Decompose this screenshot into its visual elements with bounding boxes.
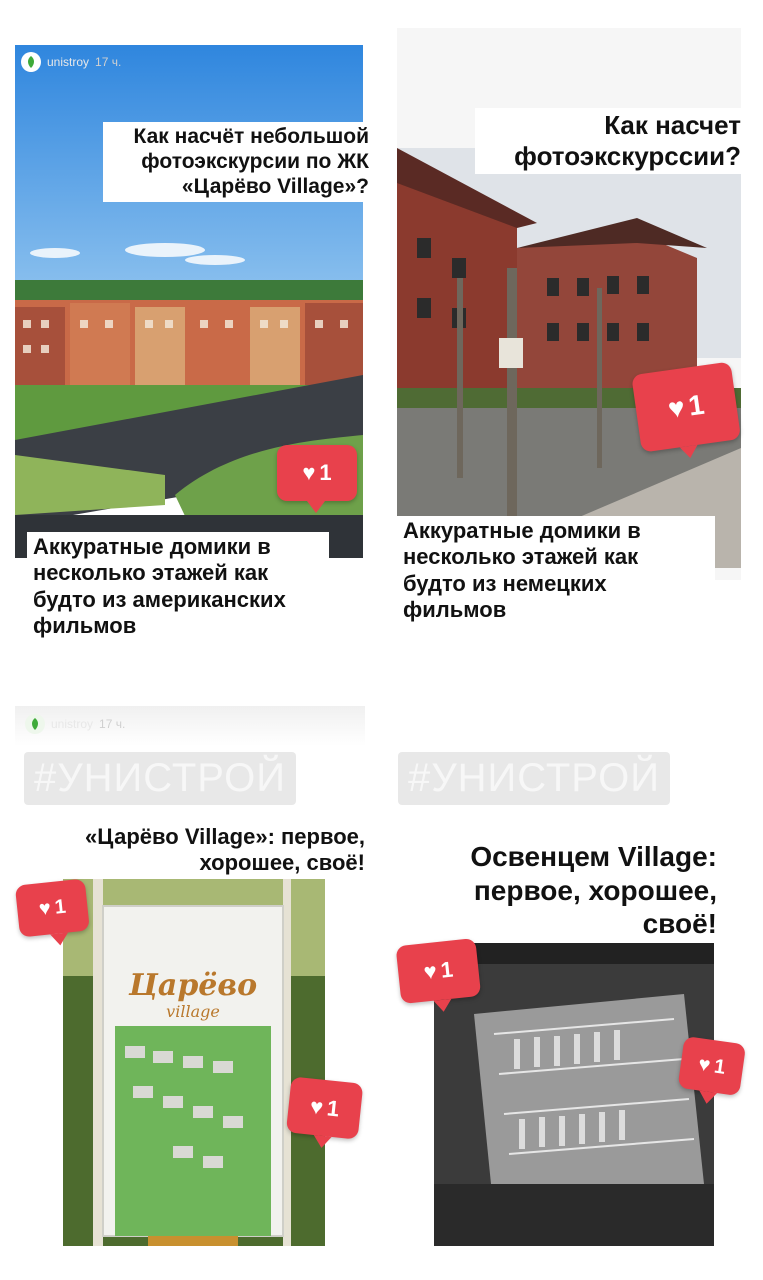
account-name[interactable]: unistroy	[47, 55, 89, 69]
panel3-headline: «Царёво Village»: первое, хорошее, своё!	[55, 822, 369, 879]
sign-title: Царёво	[128, 968, 258, 1003]
hashtag-label: #УНИСТРОЙ	[398, 752, 670, 805]
story-header: unistroy 17 ч.	[21, 50, 121, 74]
heart-icon: ♥	[37, 896, 52, 920]
leaf-logo-icon	[21, 52, 41, 72]
panel1-headline: Как насчёт небольшой фотоэкскурсии по ЖК…	[103, 122, 373, 202]
hashtag-label: #УНИСТРОЙ	[24, 752, 296, 805]
story-header: unistroy 17 ч.	[25, 712, 125, 736]
account-name[interactable]: unistroy	[51, 717, 93, 731]
like-badge: ♥ 1	[631, 361, 743, 464]
leaf-logo-icon	[25, 714, 45, 734]
post-time: 17 ч.	[99, 717, 126, 731]
like-badge: ♥ 1	[14, 878, 91, 950]
heart-icon: ♥	[302, 460, 316, 485]
heart-icon: ♥	[666, 391, 687, 425]
post-time: 17 ч.	[95, 55, 122, 69]
heart-icon: ♥	[308, 1093, 325, 1120]
heart-icon: ♥	[697, 1052, 712, 1077]
panel1-caption: Аккуратные домики в несколько этажей как…	[27, 532, 329, 642]
heart-icon: ♥	[422, 958, 439, 985]
sign-subtitle: village	[166, 1002, 220, 1021]
panel4-headline: Освенцем Village: первое, хорошее, своё!	[425, 838, 721, 943]
like-badge: ♥ 1	[395, 938, 483, 1016]
sign-photo	[63, 856, 325, 1246]
panel2-caption: Аккуратные домики в несколько этажей как…	[397, 516, 715, 626]
panel2-headline: Как насчет фотоэкскурссии?	[475, 108, 745, 175]
like-badge: ♥ 1	[676, 1035, 747, 1108]
like-badge: ♥ 1	[277, 445, 357, 513]
like-badge: ♥ 1	[285, 1076, 364, 1151]
